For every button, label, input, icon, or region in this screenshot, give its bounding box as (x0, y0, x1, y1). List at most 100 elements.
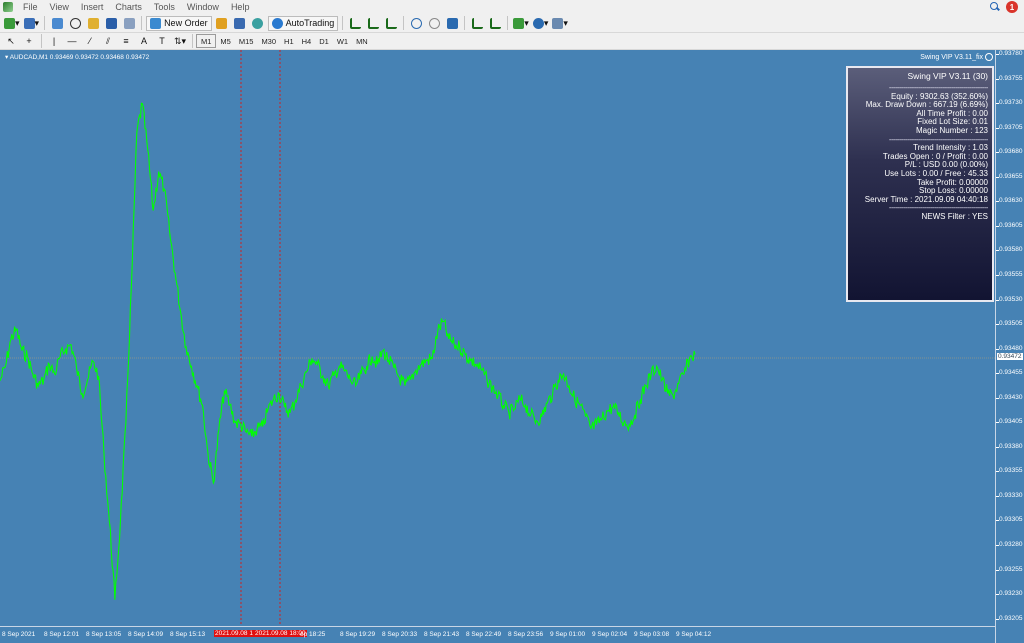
timeframe-h1[interactable]: H1 (280, 34, 298, 48)
line-chart-button[interactable] (383, 16, 399, 31)
price-label: 0.93780 (999, 50, 1023, 57)
market-globe-icon (252, 17, 264, 29)
menu-charts[interactable]: Charts (109, 2, 148, 12)
candlestick-button[interactable] (365, 16, 381, 31)
tile-windows-icon (446, 17, 458, 29)
time-label: 8 Sep 15:13 (170, 631, 206, 638)
toolbar-separator (507, 16, 509, 30)
vertical-line-button[interactable]: | (46, 34, 62, 49)
terminal-button[interactable] (103, 16, 119, 31)
price-label: 0.93280 (999, 541, 1023, 548)
time-label: 9 Sep 04:12 (676, 631, 712, 638)
price-label: 0.93205 (999, 614, 1023, 622)
new-order-label: New Order (164, 18, 208, 28)
time-axis[interactable]: 8 Sep 2021 8 Sep 12:01 8 Sep 13:05 8 Sep 14… (0, 626, 995, 643)
zoom-out-button[interactable] (426, 16, 442, 31)
panel-server-time: Server Time : 2021.09.09 04:40:18 (864, 194, 988, 204)
crosshair-button[interactable]: + (21, 34, 37, 49)
new-order-button[interactable]: New Order (146, 15, 212, 31)
indicators-button[interactable]: ▾ (512, 16, 530, 31)
trendline-button[interactable]: ⁄ (82, 34, 98, 49)
channel-button[interactable]: ⫽ (100, 34, 116, 49)
timeframe-m30[interactable]: M30 (257, 34, 280, 48)
profiles-button[interactable]: ▾ (23, 16, 41, 31)
signals-button[interactable] (232, 16, 248, 31)
menu-insert[interactable]: Insert (75, 2, 110, 12)
panel-news-filter: NEWS Filter : YES (921, 211, 988, 221)
time-label: 9 Sep 01:00 (550, 631, 586, 638)
channel-icon: ⫽ (105, 35, 110, 46)
tile-windows-button[interactable] (444, 16, 460, 31)
menu-view[interactable]: View (44, 2, 75, 12)
market-button[interactable] (250, 16, 266, 31)
menu-tools[interactable]: Tools (148, 2, 181, 12)
crosshair-target-icon (69, 17, 81, 29)
app-icon (3, 2, 13, 12)
toolbar-separator (41, 34, 42, 48)
chart-area[interactable]: ▾ AUDCAD,M1 0.93469 0.93472 0.93468 0.93… (0, 50, 995, 626)
panel-magic-number: Magic Number : 123 (915, 125, 988, 135)
terminal-icon (105, 17, 117, 29)
chart-shift-button[interactable] (487, 16, 503, 31)
expert-advisor-label[interactable]: Swing VIP V3.11_fix (920, 53, 993, 61)
menu-bar: File View Insert Charts Tools Window Hel… (0, 0, 1024, 14)
cursor-button[interactable]: ↖ (3, 34, 19, 49)
symbol-info-text: AUDCAD,M1 0.93469 0.93472 0.93468 0.9347… (9, 54, 150, 61)
timeframe-d1[interactable]: D1 (315, 34, 333, 48)
tester-button[interactable] (121, 16, 137, 31)
text-label-button[interactable]: T (154, 34, 170, 49)
bar-chart-button[interactable] (347, 16, 363, 31)
fibonacci-button[interactable]: ≡ (118, 34, 134, 49)
templates-button[interactable]: ▾ (551, 16, 569, 31)
price-label: 0.93305 (999, 516, 1023, 524)
menu-window[interactable]: Window (181, 2, 225, 12)
smiley-icon (985, 53, 993, 61)
price-label: 0.93580 (999, 246, 1023, 254)
templates-icon (552, 17, 564, 29)
search-icon[interactable] (990, 2, 1000, 12)
text-button[interactable]: A (136, 34, 152, 49)
price-label: 0.93680 (999, 148, 1023, 156)
time-label: 9 Sep 02:04 (592, 631, 628, 638)
new-chart-button[interactable]: ▾ (3, 16, 21, 31)
trendline-icon: ⁄ (89, 36, 91, 46)
menu-file[interactable]: File (17, 2, 44, 12)
timeframe-mn[interactable]: MN (352, 34, 372, 48)
timeframe-m15[interactable]: M15 (235, 34, 258, 48)
indicators-icon (513, 17, 525, 29)
time-label: 8 Sep 13:05 (86, 631, 122, 638)
data-window-button[interactable] (67, 16, 83, 31)
signals-icon (234, 17, 246, 29)
horizontal-line-icon: — (67, 36, 77, 46)
time-label: ep 18:25 (300, 631, 326, 638)
price-label: 0.93380 (999, 442, 1023, 450)
metaeditor-button[interactable] (214, 16, 230, 31)
timeframe-m1[interactable]: M1 (196, 34, 217, 48)
arrows-button[interactable]: ⇅▾ (172, 34, 188, 49)
price-label: 0.93355 (999, 467, 1023, 475)
chart-shift-icon (489, 17, 501, 29)
price-axis[interactable]: 0.93780 0.93755 0.93730 0.93705 0.93680 0.936… (995, 50, 1024, 643)
timeframe-m5[interactable]: M5 (216, 34, 234, 48)
price-label: 0.93530 (999, 295, 1023, 303)
timeframe-h4[interactable]: H4 (298, 34, 316, 48)
market-watch-button[interactable] (49, 16, 65, 31)
horizontal-line-button[interactable]: — (64, 34, 80, 49)
price-label: 0.93255 (999, 565, 1023, 573)
periods-button[interactable]: ▾ (532, 16, 550, 31)
price-label: 0.93480 (999, 344, 1023, 352)
autotrading-button[interactable]: AutoTrading (267, 15, 339, 31)
menu-help[interactable]: Help (225, 2, 256, 12)
ea-name-text: Swing VIP V3.11_fix (920, 53, 983, 61)
autoscroll-button[interactable] (469, 16, 485, 31)
autoscroll-icon (471, 17, 483, 29)
standard-toolbar: ▾ ▾ New Order AutoTrading ▾ ▾ ▾ (0, 14, 1024, 33)
price-label: 0.93630 (999, 197, 1023, 205)
zoom-in-button[interactable] (408, 16, 424, 31)
timeframe-w1[interactable]: W1 (333, 34, 352, 48)
text-label-icon: T (159, 36, 165, 46)
autotrading-label: AutoTrading (285, 18, 335, 28)
navigator-button[interactable] (85, 16, 101, 31)
zoom-out-icon (428, 17, 440, 29)
notifications-badge[interactable]: 1 (1006, 1, 1018, 13)
